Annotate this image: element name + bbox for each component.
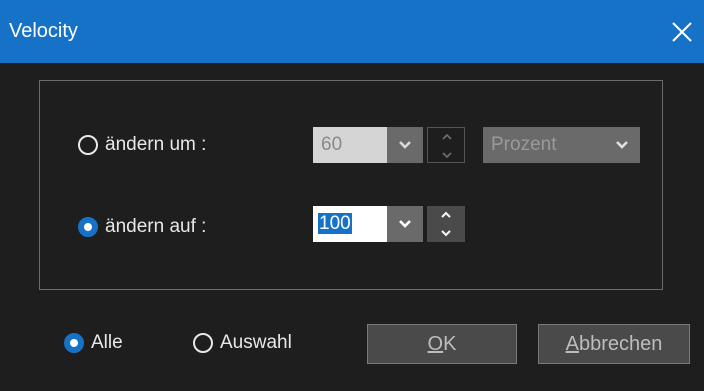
scope-all-radio[interactable]: Alle <box>64 332 123 354</box>
unit-field[interactable]: Prozent <box>483 127 604 163</box>
change-to-value-field[interactable]: 100 <box>313 206 387 242</box>
change-by-spinner[interactable] <box>427 127 465 163</box>
scope-selection-label: Auswahl <box>220 332 292 353</box>
velocity-dialog: Velocity ändern um : 60 Prozent ändern a… <box>0 0 704 391</box>
close-icon <box>672 22 692 42</box>
change-by-value-combobox[interactable]: 60 <box>313 127 423 163</box>
change-to-value-selection: 100 <box>318 213 352 234</box>
change-to-spin-up[interactable] <box>427 206 465 224</box>
ok-button[interactable]: OK <box>367 324 517 364</box>
chevron-up-icon <box>442 133 452 140</box>
chevron-down-icon <box>399 141 411 149</box>
change-to-spin-down[interactable] <box>427 224 465 242</box>
change-to-radio-indicator <box>78 217 98 237</box>
change-by-value-field[interactable]: 60 <box>313 127 387 163</box>
change-to-dropdown-button[interactable] <box>387 206 423 242</box>
scope-selection-radio[interactable]: Auswahl <box>193 332 292 354</box>
unit-dropdown-button[interactable] <box>604 127 640 163</box>
change-by-radio-indicator <box>78 135 98 155</box>
change-by-label: ändern um : <box>105 134 207 155</box>
close-button[interactable] <box>658 8 704 54</box>
change-to-spinner[interactable] <box>427 206 465 242</box>
cancel-button[interactable]: Abbrechen <box>538 324 690 364</box>
chevron-down-icon <box>441 230 451 237</box>
chevron-down-icon <box>442 152 452 159</box>
window-title: Velocity <box>9 20 78 42</box>
scope-all-radio-indicator <box>64 333 84 353</box>
chevron-down-icon <box>616 141 628 149</box>
ok-mnemonic: O <box>427 333 444 355</box>
chevron-up-icon <box>441 211 451 218</box>
change-to-radio[interactable]: ändern auf : <box>78 216 206 238</box>
change-to-value-combobox[interactable]: 100 <box>313 206 423 242</box>
scope-selection-radio-indicator <box>193 333 213 353</box>
velocity-options-group <box>39 80 663 290</box>
scope-all-label: Alle <box>91 332 123 353</box>
ok-label-rest: K <box>443 333 457 355</box>
change-by-spin-down[interactable] <box>428 146 466 164</box>
change-by-dropdown-button[interactable] <box>387 127 423 163</box>
change-by-radio[interactable]: ändern um : <box>78 134 206 156</box>
cancel-label-rest: bbrechen <box>578 333 663 355</box>
cancel-mnemonic: A <box>565 333 579 355</box>
chevron-down-icon <box>399 220 411 228</box>
unit-combobox[interactable]: Prozent <box>483 127 640 163</box>
change-to-label: ändern auf : <box>105 216 207 237</box>
change-by-spin-up[interactable] <box>428 128 466 146</box>
title-bar: Velocity <box>0 0 704 63</box>
